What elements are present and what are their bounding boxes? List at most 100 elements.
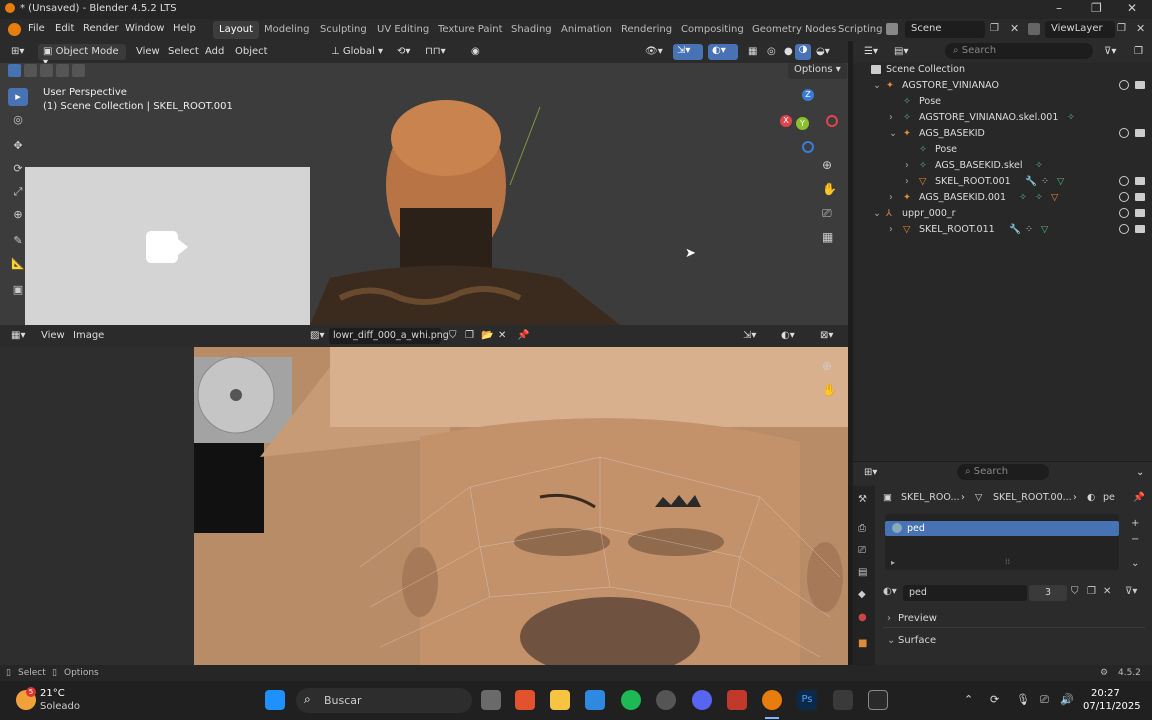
outliner-row[interactable]: › ✧ AGSTORE_VINIANAO.skel.001 ✧ — [853, 110, 1152, 126]
tray-chevron-icon[interactable]: ⌃ — [964, 693, 973, 706]
minimize-icon[interactable]: – — [1056, 1, 1062, 15]
viewport-menu-object[interactable]: Object — [230, 44, 273, 60]
outliner-root[interactable]: Scene Collection — [853, 62, 1152, 78]
gizmo-x-axis[interactable]: X — [780, 115, 792, 127]
menu-render[interactable]: Render — [83, 23, 119, 34]
render-icon[interactable] — [1135, 81, 1145, 89]
fake-user-icon[interactable]: ⛉ — [444, 328, 462, 344]
video-editor-icon[interactable] — [868, 690, 888, 710]
material-shading-icon[interactable]: ◑ — [795, 44, 811, 60]
navigation-gizmo[interactable]: Z Y X — [776, 85, 840, 153]
move-tool[interactable]: ✥ — [8, 137, 28, 155]
delete-scene-icon[interactable]: ✕ — [1010, 22, 1019, 35]
outliner-row[interactable]: ✧ Pose — [853, 94, 1152, 110]
clock-time[interactable]: 20:27 — [1091, 688, 1120, 699]
game-launcher-icon[interactable] — [727, 690, 747, 710]
zoom-icon[interactable]: ⊕ — [822, 158, 832, 172]
delete-view-layer-icon[interactable]: ✕ — [1136, 22, 1145, 35]
close-icon[interactable]: ✕ — [1127, 1, 1137, 15]
viewport-menu-view[interactable]: View — [131, 44, 165, 60]
render-tab-icon[interactable]: ⎙ — [858, 523, 866, 534]
render-icon[interactable] — [1135, 177, 1145, 185]
view-layer-selector[interactable]: ViewLayer — [1045, 21, 1115, 38]
unlink-material-icon[interactable]: ✕ — [1103, 586, 1111, 597]
tab-shading[interactable]: Shading — [505, 21, 558, 39]
tab-compositing[interactable]: Compositing — [675, 21, 750, 39]
image-editor-type-icon[interactable]: ▦▾ — [6, 328, 30, 344]
gizmo-neg-z-axis[interactable] — [802, 141, 814, 153]
eye-icon[interactable] — [1119, 80, 1129, 90]
overlay-toggle[interactable]: ◐▾ — [708, 44, 738, 60]
maximize-icon[interactable]: ❐ — [1091, 1, 1102, 15]
pin-icon[interactable]: 📌 — [512, 328, 534, 344]
rendered-shading-icon[interactable]: ◒▾ — [811, 44, 835, 60]
image-gizmo-icon[interactable]: ⇲▾ — [738, 328, 761, 344]
display-channels-icon[interactable]: ⊠▾ — [815, 328, 838, 344]
tool-tab-icon[interactable]: ⚒ — [858, 494, 867, 505]
vscode-icon[interactable] — [585, 690, 605, 710]
image-menu-image[interactable]: Image — [68, 328, 109, 344]
outliner-row[interactable]: › ▽ SKEL_ROOT.001 🔧 ⁘ ▽ — [853, 174, 1152, 190]
outliner-editor-type-icon[interactable]: ☰▾ — [859, 44, 883, 60]
gizmo-neg-x-axis[interactable] — [826, 115, 838, 127]
taskbar-search[interactable]: ⌕ Buscar — [296, 688, 472, 713]
properties-options-icon[interactable]: ⌄ — [1131, 465, 1149, 481]
eye-icon[interactable] — [1119, 176, 1129, 186]
brave-browser-icon[interactable] — [515, 690, 535, 710]
add-slot-icon[interactable]: + — [1131, 518, 1139, 529]
tab-layout[interactable]: Layout — [213, 21, 259, 39]
outliner-row[interactable]: › ✦ AGS_BASEKID.001 ✧ ✧ ▽ — [853, 190, 1152, 206]
orientation-dropdown[interactable]: ⊥ Global ▾ — [326, 44, 388, 60]
cursor-tool[interactable]: ◎ — [8, 111, 28, 129]
blender-taskbar-icon[interactable] — [762, 690, 782, 710]
viewport-menu-add[interactable]: Add — [200, 44, 229, 60]
tab-scripting[interactable]: Scripting — [832, 21, 888, 39]
outliner-row[interactable]: ⌄ ⅄ uppr_000_r — [853, 206, 1152, 222]
tab-texture-paint[interactable]: Texture Paint — [432, 21, 509, 39]
menu-window[interactable]: Window — [125, 23, 164, 34]
scene-tab-icon[interactable]: ◆ — [858, 589, 866, 600]
expand-icon[interactable]: ⌄ — [873, 80, 881, 91]
tab-animation[interactable]: Animation — [555, 21, 618, 39]
tab-rendering[interactable]: Rendering — [615, 21, 678, 39]
microphone-icon[interactable]: 🎙 — [1016, 693, 1030, 706]
fake-user-icon[interactable]: ⛉ — [1071, 586, 1079, 597]
3d-viewport[interactable]: Options ▾ User Perspective (1) Scene Col… — [0, 63, 848, 325]
menu-file[interactable]: File — [28, 23, 45, 34]
clock-date[interactable]: 07/11/2025 — [1083, 701, 1141, 712]
tab-geometry-nodes[interactable]: Geometry Nodes — [746, 21, 842, 39]
preview-panel[interactable]: › Preview — [883, 610, 1145, 628]
pivot-icon[interactable]: ⟲▾ — [392, 44, 415, 60]
tab-uv-editing[interactable]: UV Editing — [371, 21, 435, 39]
outliner-search-input[interactable]: ⌕ Search — [945, 43, 1093, 59]
snap-icon[interactable]: ⊓⊓▾ — [420, 44, 451, 60]
expand-icon[interactable]: ⌄ — [889, 128, 897, 139]
image-menu-view[interactable]: View — [36, 328, 70, 344]
pan-hand-icon[interactable]: ✋ — [822, 182, 837, 196]
terminal-icon[interactable] — [833, 690, 853, 710]
material-slot-item[interactable]: ped — [885, 521, 1119, 536]
task-view-icon[interactable] — [481, 690, 501, 710]
render-icon[interactable] — [1135, 129, 1145, 137]
file-explorer-icon[interactable] — [550, 690, 570, 710]
tab-sculpting[interactable]: Sculpting — [314, 21, 373, 39]
material-browse-icon[interactable]: ◐▾ — [883, 586, 897, 597]
gizmo-y-axis[interactable]: Y — [796, 117, 809, 130]
blender-menu-icon[interactable] — [8, 23, 21, 36]
new-scene-icon[interactable]: ❐ — [990, 23, 999, 34]
render-icon[interactable] — [1135, 193, 1145, 201]
scene-selector[interactable]: Scene — [905, 21, 985, 38]
material-name-field[interactable]: ped — [903, 585, 1027, 601]
expand-icon[interactable]: › — [889, 112, 893, 123]
eye-icon[interactable] — [1119, 224, 1129, 234]
properties-search-input[interactable]: ⌕ Search — [957, 464, 1049, 480]
link-type-icon[interactable]: ⊽▾ — [1125, 586, 1137, 597]
xray-icon[interactable]: ▦ — [743, 44, 762, 60]
ortho-grid-icon[interactable]: ▦ — [822, 230, 833, 244]
duplicate-material-icon[interactable]: ❐ — [1087, 586, 1096, 597]
image-browse-icon[interactable]: ▨▾ — [305, 328, 329, 344]
outliner-row[interactable]: ⌄ ✦ AGSTORE_VINIANAO — [853, 78, 1152, 94]
eye-icon[interactable] — [1119, 192, 1129, 202]
list-resize-handle[interactable]: ⁞⁞ — [1005, 557, 1010, 566]
sync-icon[interactable]: ⟳ — [990, 693, 999, 706]
